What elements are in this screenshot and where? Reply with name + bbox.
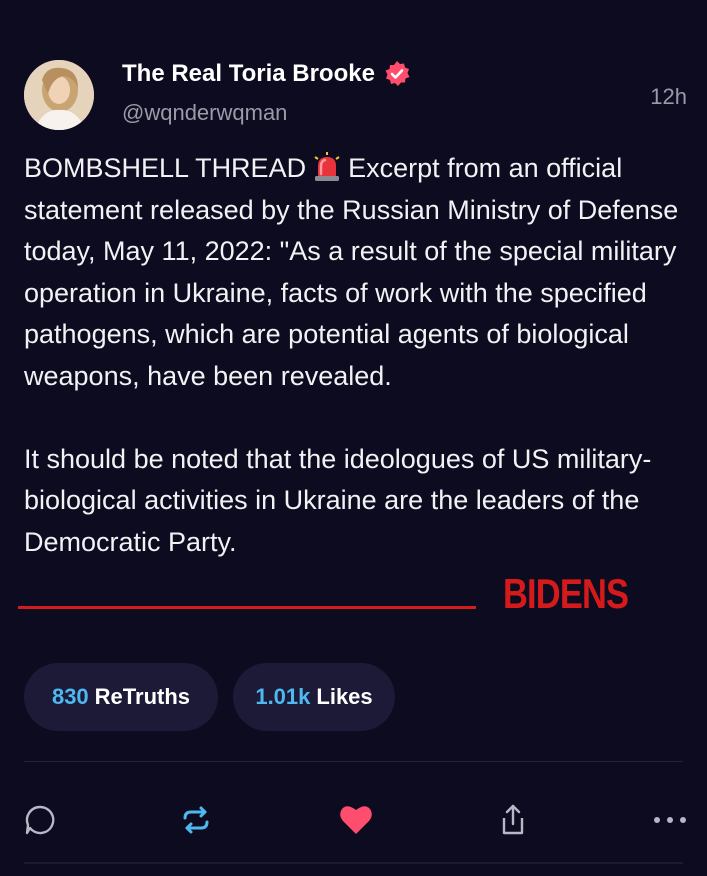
more-options-button[interactable] — [650, 802, 690, 842]
likes-count: 1.01k — [255, 684, 311, 709]
share-icon — [496, 802, 530, 843]
retruth-icon — [179, 803, 213, 842]
verified-badge-icon — [383, 60, 411, 88]
share-button[interactable] — [493, 802, 533, 842]
retruths-label: ReTruths — [94, 684, 191, 709]
bottom-divider — [24, 862, 683, 864]
red-underline-annotation — [18, 606, 476, 609]
post-timestamp[interactable]: 12h — [650, 84, 687, 110]
divider — [24, 761, 683, 762]
reply-icon — [23, 803, 57, 842]
bidens-annotation: BIDENS — [503, 570, 629, 617]
post-headline: BOMBSHELL THREAD — [24, 153, 307, 183]
police-siren-icon — [312, 152, 342, 182]
reply-button[interactable] — [20, 802, 60, 842]
author-display-name[interactable]: The Real Toria Brooke — [122, 60, 375, 88]
retruth-button[interactable] — [176, 802, 216, 842]
post-paragraph-1: BOMBSHELL THREAD Excerpt from an officia… — [24, 148, 684, 397]
likes-label: Likes — [316, 684, 373, 709]
like-icon — [338, 803, 374, 842]
like-button[interactable] — [336, 802, 376, 842]
post-paragraph-2: It should be noted that the ideologues o… — [24, 443, 652, 557]
author-handle[interactable]: @wqnderwqman — [122, 100, 287, 126]
author-avatar[interactable] — [24, 60, 94, 130]
retruths-stat-button[interactable]: 830 ReTruths — [24, 663, 218, 731]
more-icon — [652, 813, 688, 831]
likes-stat-button[interactable]: 1.01k Likes — [233, 663, 395, 731]
post-body: BOMBSHELL THREAD Excerpt from an officia… — [24, 148, 684, 563]
post-paragraph-1-rest: Excerpt from an official statement relea… — [24, 153, 679, 391]
retruths-count: 830 — [51, 684, 89, 709]
